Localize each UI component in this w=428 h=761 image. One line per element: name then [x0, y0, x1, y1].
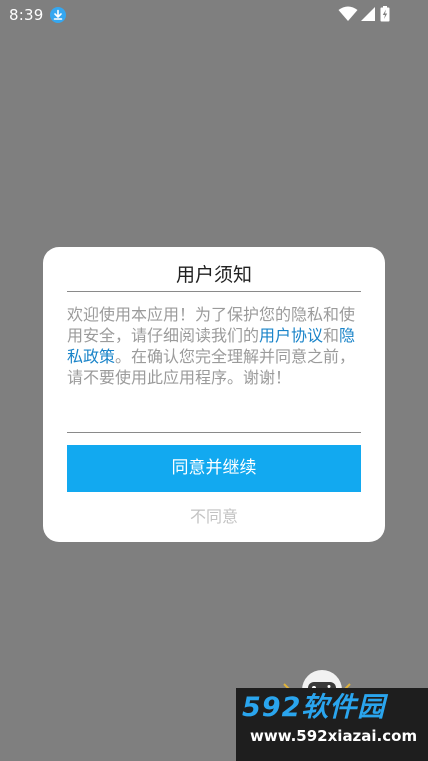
signal-icon [361, 7, 375, 21]
status-bar: 8:39 [0, 0, 428, 30]
body-text-conjunction: 和 [323, 326, 340, 345]
status-icons [338, 6, 398, 22]
agree-continue-button[interactable]: 同意并继续 [67, 445, 361, 492]
dialog-body: 欢迎使用本应用！为了保护您的隐私和使用安全，请仔细阅读我们的用户协议和隐私政策。… [67, 304, 361, 388]
watermark-url: www.592xiazai.com [250, 727, 418, 745]
dialog-title: 用户须知 [175, 264, 252, 286]
download-icon [50, 7, 66, 23]
watermark: 592软件园 www.592xiazai.com [236, 668, 428, 761]
title-divider [67, 291, 361, 292]
body-divider [67, 432, 361, 433]
disagree-button[interactable]: 不同意 [43, 505, 385, 529]
user-notice-dialog: 用户须知 欢迎使用本应用！为了保护您的隐私和使用安全，请仔细阅读我们的用户协议和… [43, 247, 385, 542]
battery-icon [380, 6, 390, 22]
user-agreement-link[interactable]: 用户协议 [259, 326, 323, 345]
watermark-brand: 592软件园 [242, 692, 386, 723]
watermark-banner: 592软件园 www.592xiazai.com [236, 688, 428, 761]
wifi-icon [338, 6, 358, 21]
status-time: 8:39 [9, 6, 44, 24]
